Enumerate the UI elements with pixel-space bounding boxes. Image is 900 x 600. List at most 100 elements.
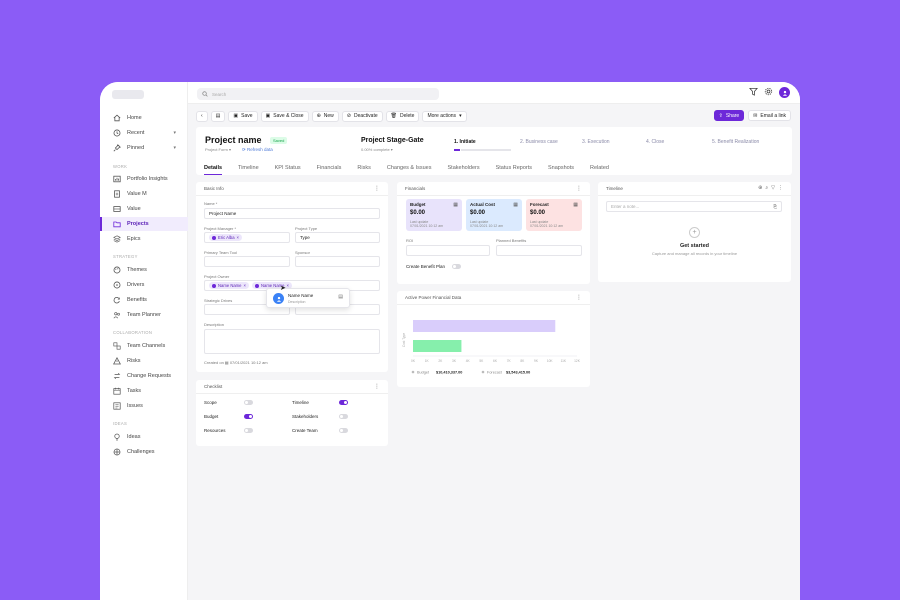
financials-card: Financials ⋮ Budget ▦ $0.00 Last update …	[397, 182, 590, 284]
deactivate-button[interactable]: ⊘ Deactivate	[341, 110, 383, 122]
user-popup[interactable]: Name Name Description ▤	[266, 288, 350, 308]
sidebar-item-team-channels[interactable]: Team Channels	[100, 339, 188, 353]
tab-kpi-status[interactable]: KPI Status	[267, 165, 309, 175]
sidebar-item-epics[interactable]: Epics	[100, 232, 188, 246]
back-button[interactable]: ‹	[196, 110, 208, 122]
user-chip[interactable]: Name Name ×	[209, 282, 249, 289]
attach-icon[interactable]: ⎘	[773, 204, 777, 209]
tab-bar: Details Timeline KPI Status Financials R…	[196, 165, 617, 175]
planned-field[interactable]	[496, 245, 582, 256]
tab-snapshots[interactable]: Snapshots	[540, 165, 582, 175]
sidebar-item-team-planner[interactable]: Team Planner	[100, 308, 188, 322]
delete-button[interactable]: 🗑 Delete	[385, 110, 420, 122]
chevron-down-icon[interactable]: ▾	[173, 145, 176, 151]
more-actions-button[interactable]: More actions ▾	[422, 110, 467, 122]
new-button[interactable]: ⊕ New	[311, 110, 339, 122]
toggle-scope[interactable]	[244, 400, 253, 405]
share-button[interactable]: ⇪ Share	[713, 110, 745, 121]
record-button[interactable]: ▤	[210, 110, 226, 122]
pm-field[interactable]: Eric Alba ×	[204, 232, 290, 243]
sidebar-item-home[interactable]: Home	[100, 111, 188, 125]
sidebar-item-tasks[interactable]: Tasks	[100, 384, 188, 398]
roi-label: ROI	[406, 238, 414, 243]
sidebar-item-label: Drivers	[127, 282, 145, 288]
sidebar: Home Recent ▾ Pinned ▾ WORK Portfolio In…	[100, 82, 188, 600]
sidebar-item-challenges[interactable]: Challenges	[100, 445, 188, 459]
tab-risks[interactable]: Risks	[349, 165, 378, 175]
sidebar-item-value[interactable]: Value	[100, 202, 188, 216]
sidebar-item-risks[interactable]: Risks	[100, 354, 188, 368]
gear-icon[interactable]	[764, 87, 773, 98]
save-icon: ▣	[233, 113, 239, 119]
sidebar-item-projects[interactable]: Projects	[100, 217, 188, 231]
form-selector[interactable]: Project Form ▾	[205, 147, 231, 152]
refresh-link[interactable]: ⟳ Refresh data	[242, 147, 273, 153]
sponsor-field[interactable]	[295, 256, 380, 267]
note-input[interactable]: Enter a note... ⎘	[606, 201, 782, 212]
step-benefit-realization[interactable]: 5. Benefit Realization	[712, 139, 759, 145]
sidebar-item-pinned[interactable]: Pinned ▾	[100, 141, 188, 155]
toggle-create-team[interactable]	[339, 428, 348, 433]
sidebar-item-recent[interactable]: Recent ▾	[100, 126, 188, 140]
plus-icon[interactable]: ⊕	[758, 185, 762, 191]
step-close[interactable]: 4. Close	[646, 139, 664, 145]
save-button[interactable]: ▣ Save	[228, 110, 258, 122]
calculator-icon[interactable]: ▦	[513, 202, 518, 208]
x-tick-label: 4K	[466, 359, 471, 363]
tab-changes-issues[interactable]: Changes & Issues	[379, 165, 440, 175]
name-field[interactable]: Project Name	[204, 208, 380, 219]
chevron-down-icon[interactable]: ▾	[173, 130, 176, 136]
step-initiate[interactable]: 1. Initiate	[454, 139, 476, 145]
more-icon[interactable]: ⋮	[374, 185, 380, 192]
more-icon[interactable]: ⋮	[374, 383, 380, 390]
save-close-button[interactable]: ▣ Save & Close	[260, 110, 309, 122]
roi-field[interactable]	[406, 245, 490, 256]
description-field[interactable]	[204, 329, 380, 354]
calculator-icon[interactable]: ▦	[453, 202, 458, 208]
step-execution[interactable]: 3. Execution	[582, 139, 610, 145]
tab-timeline[interactable]: Timeline	[230, 165, 267, 175]
filter-icon[interactable]	[749, 87, 758, 98]
sidebar-item-themes[interactable]: Themes	[100, 263, 188, 277]
sidebar-item-label: Tasks	[127, 388, 142, 394]
add-icon[interactable]: +	[689, 227, 700, 238]
email-link-button[interactable]: ✉ Email a link	[748, 110, 791, 121]
sidebar-item-change-requests[interactable]: Change Requests	[100, 369, 188, 383]
toggle-timeline[interactable]	[339, 400, 348, 405]
id-card-icon[interactable]: ▤	[338, 294, 343, 300]
primary-tool-field[interactable]	[204, 256, 290, 267]
search-icon[interactable]: ⌕	[765, 185, 768, 191]
type-field[interactable]: Type	[295, 232, 380, 243]
toggle-stakeholders[interactable]	[339, 414, 348, 419]
sidebar-item-drivers[interactable]: Drivers	[100, 278, 188, 292]
user-chip[interactable]: Eric Alba ×	[209, 234, 242, 241]
search-input[interactable]: Search	[197, 88, 439, 100]
sidebar-item-issues[interactable]: Issues	[100, 399, 188, 413]
step-business-case[interactable]: 2. Business case	[520, 139, 558, 145]
stage-progress-label: 0.00% complete	[361, 147, 390, 152]
create-plan-label: Create Benefit Plan	[406, 264, 446, 269]
more-icon[interactable]: ⋮	[778, 185, 783, 191]
toggle-budget[interactable]	[244, 414, 253, 419]
tab-financials[interactable]: Financials	[309, 165, 350, 175]
sidebar-item-value-m[interactable]: Value M	[100, 187, 188, 201]
tab-related[interactable]: Related	[582, 165, 617, 175]
tab-status-reports[interactable]: Status Reports	[488, 165, 540, 175]
avatar[interactable]	[779, 87, 790, 98]
checklist-label: Scope	[204, 400, 217, 405]
x-tick-label: 7K	[507, 359, 512, 363]
calculator-icon[interactable]: ▦	[573, 202, 578, 208]
legend-label: Budget	[417, 371, 430, 375]
filter-icon[interactable]: ▽	[771, 185, 775, 191]
toggle-create-plan[interactable]	[452, 264, 461, 269]
x-tick-label: 1K	[425, 359, 430, 363]
tab-details[interactable]: Details	[196, 165, 230, 175]
sidebar-item-benefits[interactable]: Benefits	[100, 293, 188, 307]
chevron-left-icon: ‹	[201, 113, 203, 119]
sidebar-item-ideas[interactable]: Ideas	[100, 430, 188, 444]
more-icon[interactable]: ⋮	[576, 185, 582, 192]
tab-stakeholders[interactable]: Stakeholders	[440, 165, 488, 175]
more-icon[interactable]: ⋮	[576, 294, 582, 301]
sidebar-item-portfolio-insights[interactable]: Portfolio Insights	[100, 172, 188, 186]
toggle-resources[interactable]	[244, 428, 253, 433]
